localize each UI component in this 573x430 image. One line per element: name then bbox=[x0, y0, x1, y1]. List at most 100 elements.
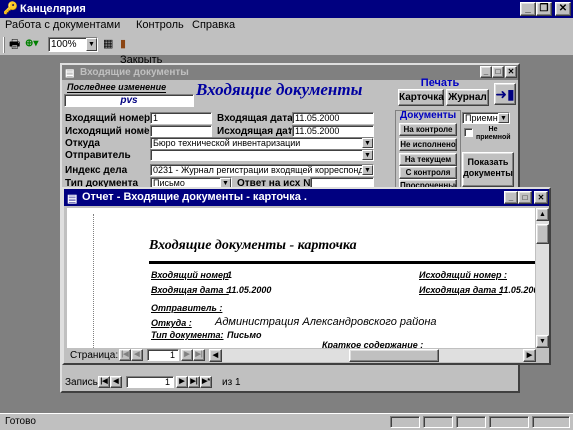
door-icon: ▮ bbox=[120, 38, 127, 50]
incoming-date-label: Входящая дата bbox=[217, 113, 293, 124]
new-record-button[interactable]: ▶* bbox=[200, 376, 212, 388]
chevron-down-icon[interactable]: ▼ bbox=[362, 165, 373, 175]
menu-help[interactable]: Справка bbox=[192, 19, 235, 31]
r-from-label: Откуда : bbox=[151, 318, 192, 328]
r-incoming-number: 1 bbox=[227, 270, 233, 280]
sender-label: Отправитель bbox=[65, 150, 131, 161]
r-outgoing-date-label: Исходящая дата : bbox=[419, 285, 502, 295]
r-incoming-number-label: Входящий номер bbox=[151, 270, 229, 280]
record-number-field[interactable]: 1 bbox=[126, 376, 174, 388]
from-combo[interactable]: Бюро технической инвентаризации ▼ bbox=[150, 137, 374, 149]
incoming-number-label: Входящий номер bbox=[65, 113, 151, 124]
prev-record-button[interactable]: ◀ bbox=[110, 376, 122, 388]
prev-page-button[interactable]: ◀ bbox=[131, 349, 143, 361]
report-maximize-button[interactable]: □ bbox=[518, 191, 532, 204]
report-window: ▤ Отчет - Входящие документы - карточка … bbox=[62, 187, 551, 365]
last-record-button[interactable]: ▶| bbox=[188, 376, 200, 388]
print-journal-button[interactable]: Журнал bbox=[446, 89, 489, 106]
record-label: Запись: bbox=[65, 377, 101, 388]
status-panel-3 bbox=[456, 416, 486, 428]
form-minimize-button[interactable]: _ bbox=[480, 66, 492, 78]
case-index-combo[interactable]: 0231 - Журнал регистрации входящей корре… bbox=[150, 164, 374, 176]
report-icon: ▤ bbox=[67, 193, 78, 205]
on-control-button[interactable]: На контроле bbox=[399, 123, 457, 136]
report-vscrollbar[interactable]: ▲ ▼ bbox=[536, 208, 549, 348]
first-record-button[interactable]: |◀ bbox=[98, 376, 110, 388]
toolbar-grip bbox=[3, 37, 5, 53]
record-count: из 1 bbox=[222, 377, 241, 388]
show-documents-button[interactable]: Показать документы bbox=[462, 152, 514, 187]
r-incoming-date: 11.05.2000 bbox=[227, 285, 272, 295]
scroll-left-arrow-icon[interactable]: ◀ bbox=[209, 349, 222, 362]
form-icon: ▤ bbox=[65, 68, 75, 79]
menu-control[interactable]: Контроль bbox=[136, 19, 184, 31]
form-maximize-button[interactable]: □ bbox=[492, 66, 504, 78]
app-title: Канцелярия bbox=[20, 3, 86, 15]
chevron-down-icon[interactable]: ▼ bbox=[498, 113, 509, 123]
current-button[interactable]: На текущем bbox=[399, 153, 457, 166]
sender-combo[interactable]: ▼ bbox=[150, 149, 374, 161]
restore-button[interactable]: ❐ bbox=[536, 2, 552, 16]
scroll-down-arrow-icon[interactable]: ▼ bbox=[536, 335, 549, 348]
chevron-down-icon[interactable]: ▼ bbox=[86, 38, 97, 51]
menu-documents[interactable]: Работа с документами bbox=[5, 19, 120, 31]
close-button[interactable]: ✕ bbox=[555, 2, 571, 16]
incoming-date-field[interactable]: 11.05.2000 bbox=[292, 112, 374, 124]
record-navigator: Запись: |◀ ◀ 1 ▶ ▶| ▶* из 1 bbox=[62, 374, 518, 391]
next-page-button[interactable]: ▶ bbox=[181, 349, 193, 361]
report-minimize-button[interactable]: _ bbox=[504, 191, 518, 204]
exit-door-button[interactable]: ➜▮ bbox=[494, 83, 516, 105]
outgoing-date-field[interactable]: 11.05.2000 bbox=[292, 125, 374, 137]
status-panel-2 bbox=[423, 416, 453, 428]
r-outgoing-number-label: Исходящий номер : bbox=[419, 270, 508, 280]
minimize-button[interactable]: _ bbox=[520, 2, 536, 16]
r-outgoing-date: 11.05.2000 bbox=[499, 285, 535, 295]
form-title: Входящие документы bbox=[80, 67, 189, 78]
r-from-value: Администрация Александровского района bbox=[215, 316, 437, 328]
off-control-button[interactable]: С контроля bbox=[399, 166, 457, 179]
r-doc-type-label: Тип документа: bbox=[151, 330, 224, 340]
zoom-value: 100% bbox=[51, 39, 77, 50]
reception-select[interactable]: Приемная ▼ bbox=[462, 112, 510, 124]
scroll-up-arrow-icon[interactable]: ▲ bbox=[536, 208, 549, 221]
scroll-right-arrow-icon[interactable]: ▶ bbox=[523, 349, 536, 362]
documents-panel: Документы На контроле Не исполнено На те… bbox=[395, 110, 461, 192]
case-index-value: 0231 - Журнал регистрации входящей корре… bbox=[153, 165, 374, 175]
incoming-number-colon: : bbox=[144, 112, 147, 123]
page-margin-guide bbox=[93, 214, 94, 348]
outgoing-date-label: Исходящая дата bbox=[217, 126, 299, 137]
zoom-select[interactable]: 100% ▼ bbox=[48, 37, 98, 52]
form-close-button[interactable]: ✕ bbox=[505, 66, 517, 78]
status-panel-1 bbox=[390, 416, 420, 428]
outgoing-number-colon: : bbox=[144, 125, 147, 136]
r-sender-label: Отправитель : bbox=[151, 303, 223, 313]
report-title: Отчет - Входящие документы - карточка . bbox=[82, 191, 307, 203]
app-title-bar: 🔑 Канцелярия _ ❐ ✕ bbox=[0, 0, 573, 18]
page-label: Страница: bbox=[70, 350, 119, 361]
zoom-tool-icon[interactable]: ⊕▾ bbox=[25, 37, 45, 51]
chevron-down-icon[interactable]: ▼ bbox=[362, 138, 373, 148]
last-change-box: Последнее изменение pvs bbox=[64, 82, 194, 108]
window-icon[interactable]: ▦ bbox=[103, 37, 117, 51]
print-icon[interactable]: 🖶 bbox=[9, 37, 23, 51]
report-page-nav: Страница: |◀ ◀ 1 ▶ ▶| ◀ ▶ bbox=[67, 348, 549, 363]
next-record-button[interactable]: ▶ bbox=[176, 376, 188, 388]
report-close-button[interactable]: ✕ bbox=[534, 191, 548, 204]
report-hscrollbar[interactable]: ◀ ▶ bbox=[209, 349, 536, 362]
last-page-button[interactable]: ▶| bbox=[193, 349, 205, 361]
outgoing-date-colon: : bbox=[288, 125, 291, 136]
close-report-button[interactable]: ▮ Закрыть bbox=[120, 36, 170, 66]
outgoing-number-field[interactable] bbox=[150, 125, 212, 137]
print-card-button[interactable]: Карточка bbox=[398, 89, 444, 106]
chevron-down-icon[interactable]: ▼ bbox=[362, 150, 373, 160]
app-key-icon: 🔑 bbox=[3, 1, 18, 15]
outgoing-number-label: Исходящий номер bbox=[65, 126, 156, 137]
menu-bar: Работа с документами Контроль Справка bbox=[0, 18, 573, 34]
first-page-button[interactable]: |◀ bbox=[119, 349, 131, 361]
incoming-number-field[interactable]: 1 bbox=[150, 112, 212, 124]
page-number-field[interactable]: 1 bbox=[147, 349, 179, 361]
not-executed-button[interactable]: Не исполнено bbox=[399, 138, 457, 151]
hscroll-thumb[interactable] bbox=[349, 349, 439, 362]
not-reception-checkbox[interactable] bbox=[464, 128, 473, 137]
vscroll-thumb[interactable] bbox=[536, 224, 549, 244]
